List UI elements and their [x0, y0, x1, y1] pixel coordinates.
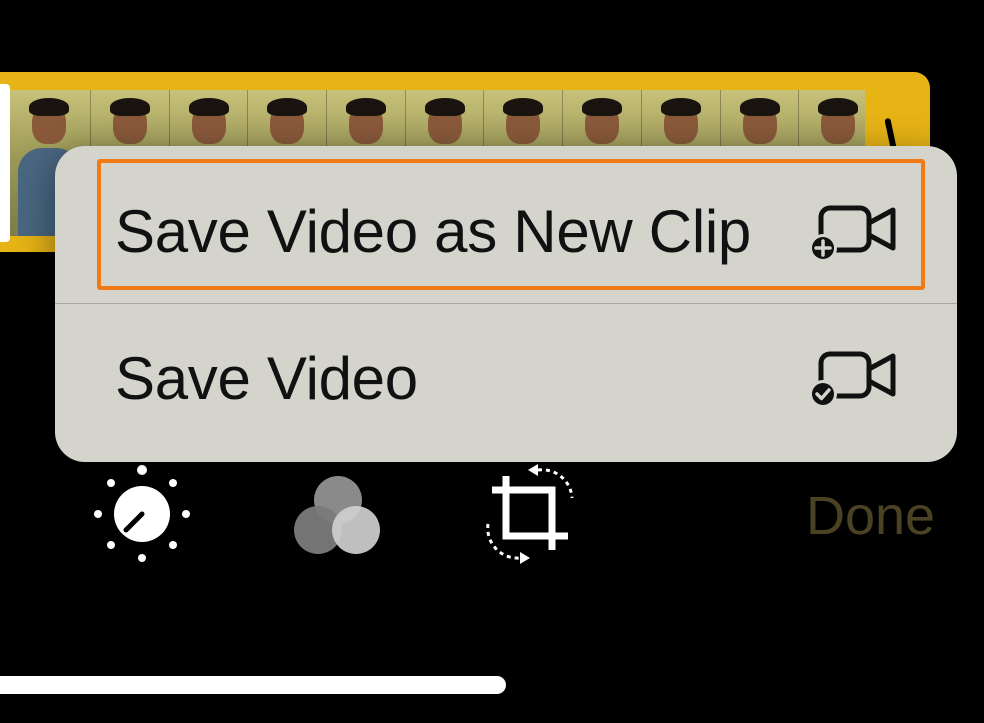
save-video-menu-item[interactable]: Save Video — [55, 304, 957, 462]
filters-icon[interactable] — [290, 470, 384, 560]
crop-rotate-icon[interactable] — [480, 462, 580, 566]
menu-item-label: Save Video as New Clip — [115, 198, 751, 265]
video-add-icon — [809, 205, 896, 262]
trim-handle-left[interactable] — [0, 84, 10, 242]
video-editor-screen: Save Video as New Clip Save Video Done — [0, 0, 984, 723]
adjust-dial-icon[interactable] — [90, 462, 194, 566]
home-indicator[interactable] — [0, 676, 506, 694]
done-button[interactable]: Done — [806, 485, 935, 547]
save-as-new-clip-menu-item[interactable]: Save Video as New Clip — [55, 146, 957, 303]
save-options-menu: Save Video as New Clip Save Video — [55, 146, 957, 462]
video-check-icon — [809, 351, 896, 408]
menu-item-label: Save Video — [115, 344, 418, 412]
